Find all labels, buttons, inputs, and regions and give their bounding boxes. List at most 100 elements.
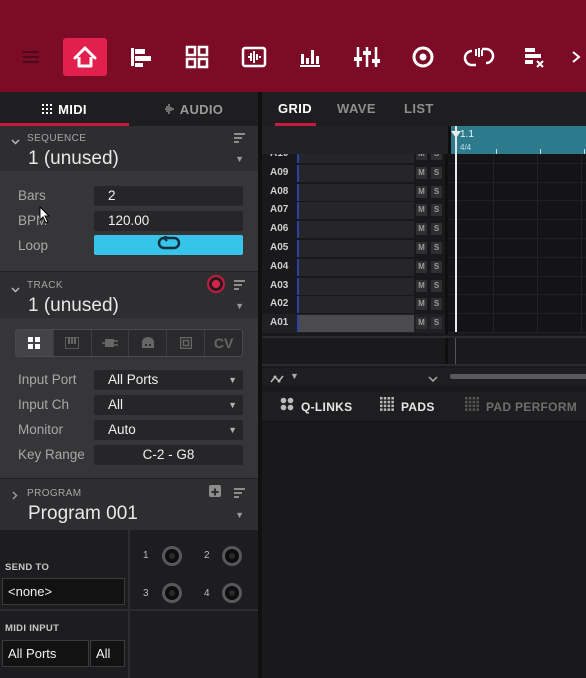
velocity-lane[interactable] (262, 336, 586, 366)
record-arm-button[interactable] (207, 275, 225, 293)
track-lane[interactable] (297, 296, 414, 314)
step-grid-lane[interactable] (448, 295, 586, 315)
mixer-bars-icon[interactable] (288, 38, 332, 76)
dropdown-arrow-icon[interactable]: ▼ (235, 510, 244, 520)
midi-input-channel-field[interactable]: All (90, 640, 125, 667)
plugin-type-icon[interactable] (92, 330, 130, 356)
chevron-down-icon[interactable] (428, 370, 438, 388)
program-section[interactable]: PROGRAM Program 001 ▼ (0, 478, 258, 530)
pad-track-row[interactable]: A05 M S (262, 239, 586, 258)
sample-editor-icon[interactable] (232, 38, 276, 76)
tab-audio[interactable]: AUDIO (129, 92, 258, 126)
step-grid-lane[interactable] (448, 154, 586, 164)
drum-type-icon[interactable] (16, 330, 54, 356)
mute-button[interactable]: M (416, 279, 427, 292)
solo-button[interactable]: S (431, 279, 442, 292)
track-lane[interactable] (297, 258, 414, 276)
mute-button[interactable]: M (416, 242, 427, 254)
sequence-section[interactable]: SEQUENCE 1 (unused) ▼ (0, 126, 258, 171)
solo-button[interactable]: S (431, 260, 442, 273)
mute-button[interactable]: M (416, 166, 427, 179)
track-lane[interactable] (297, 183, 414, 201)
input-channel-select[interactable]: All ▼ (94, 395, 243, 415)
send-knob-2[interactable] (222, 546, 242, 566)
track-lane[interactable] (297, 164, 414, 182)
mute-button[interactable]: M (416, 298, 427, 311)
mute-button[interactable]: M (416, 260, 427, 273)
pad-track-row[interactable]: A03 M S (262, 276, 586, 296)
midi-input-port-field[interactable]: All Ports (2, 640, 89, 667)
menu-lines-icon[interactable] (234, 488, 245, 500)
pad-track-row[interactable]: A07 M S (262, 201, 586, 221)
solo-button[interactable]: S (431, 317, 442, 330)
pad-track-row[interactable]: A04 M S (262, 257, 586, 277)
tab-grid[interactable]: GRID (275, 92, 317, 126)
tab-midi[interactable]: MIDI (0, 92, 129, 126)
step-grid-lane[interactable] (448, 182, 586, 202)
mute-button[interactable]: M (416, 317, 427, 330)
cv-type-button[interactable]: CV (205, 330, 242, 356)
menu-icon[interactable] (9, 38, 53, 76)
bars-field[interactable]: 2 (94, 186, 243, 206)
solo-button[interactable]: S (431, 166, 442, 179)
solo-button[interactable]: S (431, 298, 442, 311)
solo-button[interactable]: S (431, 154, 442, 160)
arrange-icon[interactable] (119, 38, 163, 76)
step-grid-lane[interactable] (448, 220, 586, 239)
mute-button[interactable]: M (416, 204, 427, 217)
pad-grid-icon[interactable] (175, 38, 219, 76)
pad-track-row[interactable]: A08 M S (262, 182, 586, 202)
solo-button[interactable]: S (431, 185, 442, 198)
add-program-icon[interactable] (209, 485, 221, 497)
step-grid-lane[interactable] (448, 163, 586, 183)
track-lane[interactable] (297, 202, 414, 220)
tab-pad-perform[interactable]: PAD PERFORM (465, 392, 577, 422)
channel-strip-icon[interactable] (345, 38, 389, 76)
dropdown-arrow-icon[interactable]: ▼ (290, 371, 299, 381)
send-knob-1[interactable] (162, 546, 182, 566)
timeline-ruler[interactable]: 1.1 4/4 (262, 126, 586, 154)
tab-pads[interactable]: PADS (380, 392, 435, 422)
input-port-select[interactable]: All Ports ▼ (94, 370, 243, 390)
tab-q-links[interactable]: Q-LINKS (280, 392, 352, 422)
monitor-select[interactable]: Auto ▼ (94, 420, 243, 440)
dropdown-arrow-icon[interactable]: ▼ (235, 301, 244, 311)
loop-toggle-button[interactable] (94, 233, 243, 255)
track-lane[interactable] (297, 221, 414, 239)
audio-type-icon[interactable] (167, 330, 206, 356)
key-range-field[interactable]: C-2 - G8 (94, 445, 243, 465)
step-grid-lane[interactable] (448, 201, 586, 221)
automation-icon[interactable] (270, 371, 284, 389)
tab-list[interactable]: LIST (404, 92, 434, 126)
horizontal-scrollbar[interactable] (450, 374, 586, 379)
loop-region[interactable]: 1.1 4/4 (451, 126, 586, 154)
mute-button[interactable]: M (416, 223, 427, 236)
track-lane[interactable] (297, 277, 414, 295)
pad-track-row[interactable]: A01 M S (262, 314, 586, 333)
track-lane[interactable] (297, 154, 414, 163)
menu-lines-icon[interactable] (234, 280, 245, 292)
chevron-down-icon[interactable] (11, 280, 20, 298)
record-disc-icon[interactable] (401, 38, 445, 76)
solo-button[interactable]: S (431, 242, 442, 254)
chevron-down-icon[interactable] (11, 132, 20, 150)
send-knob-3[interactable] (162, 583, 182, 603)
clip-type-icon[interactable] (129, 330, 168, 356)
more-arrow-icon[interactable] (566, 38, 586, 76)
solo-button[interactable]: S (431, 204, 442, 217)
step-grid-lane[interactable] (448, 257, 586, 277)
pad-track-row[interactable]: A06 M S (262, 220, 586, 239)
send-knob-4[interactable] (222, 583, 242, 603)
solo-button[interactable]: S (431, 223, 442, 236)
track-lane[interactable] (297, 240, 414, 257)
tab-wave[interactable]: WAVE (337, 92, 376, 126)
pad-track-row[interactable]: A10 MS (262, 154, 586, 164)
clear-icon[interactable] (513, 38, 557, 76)
track-lane[interactable] (297, 315, 414, 333)
send-to-field[interactable]: <none> (2, 578, 125, 605)
track-section[interactable]: TRACK 1 (unused) ▼ (0, 271, 258, 318)
home-icon[interactable] (63, 38, 107, 76)
step-grid-lane[interactable] (448, 314, 586, 333)
step-grid-lane[interactable] (448, 276, 586, 296)
chevron-right-icon[interactable] (12, 487, 18, 505)
